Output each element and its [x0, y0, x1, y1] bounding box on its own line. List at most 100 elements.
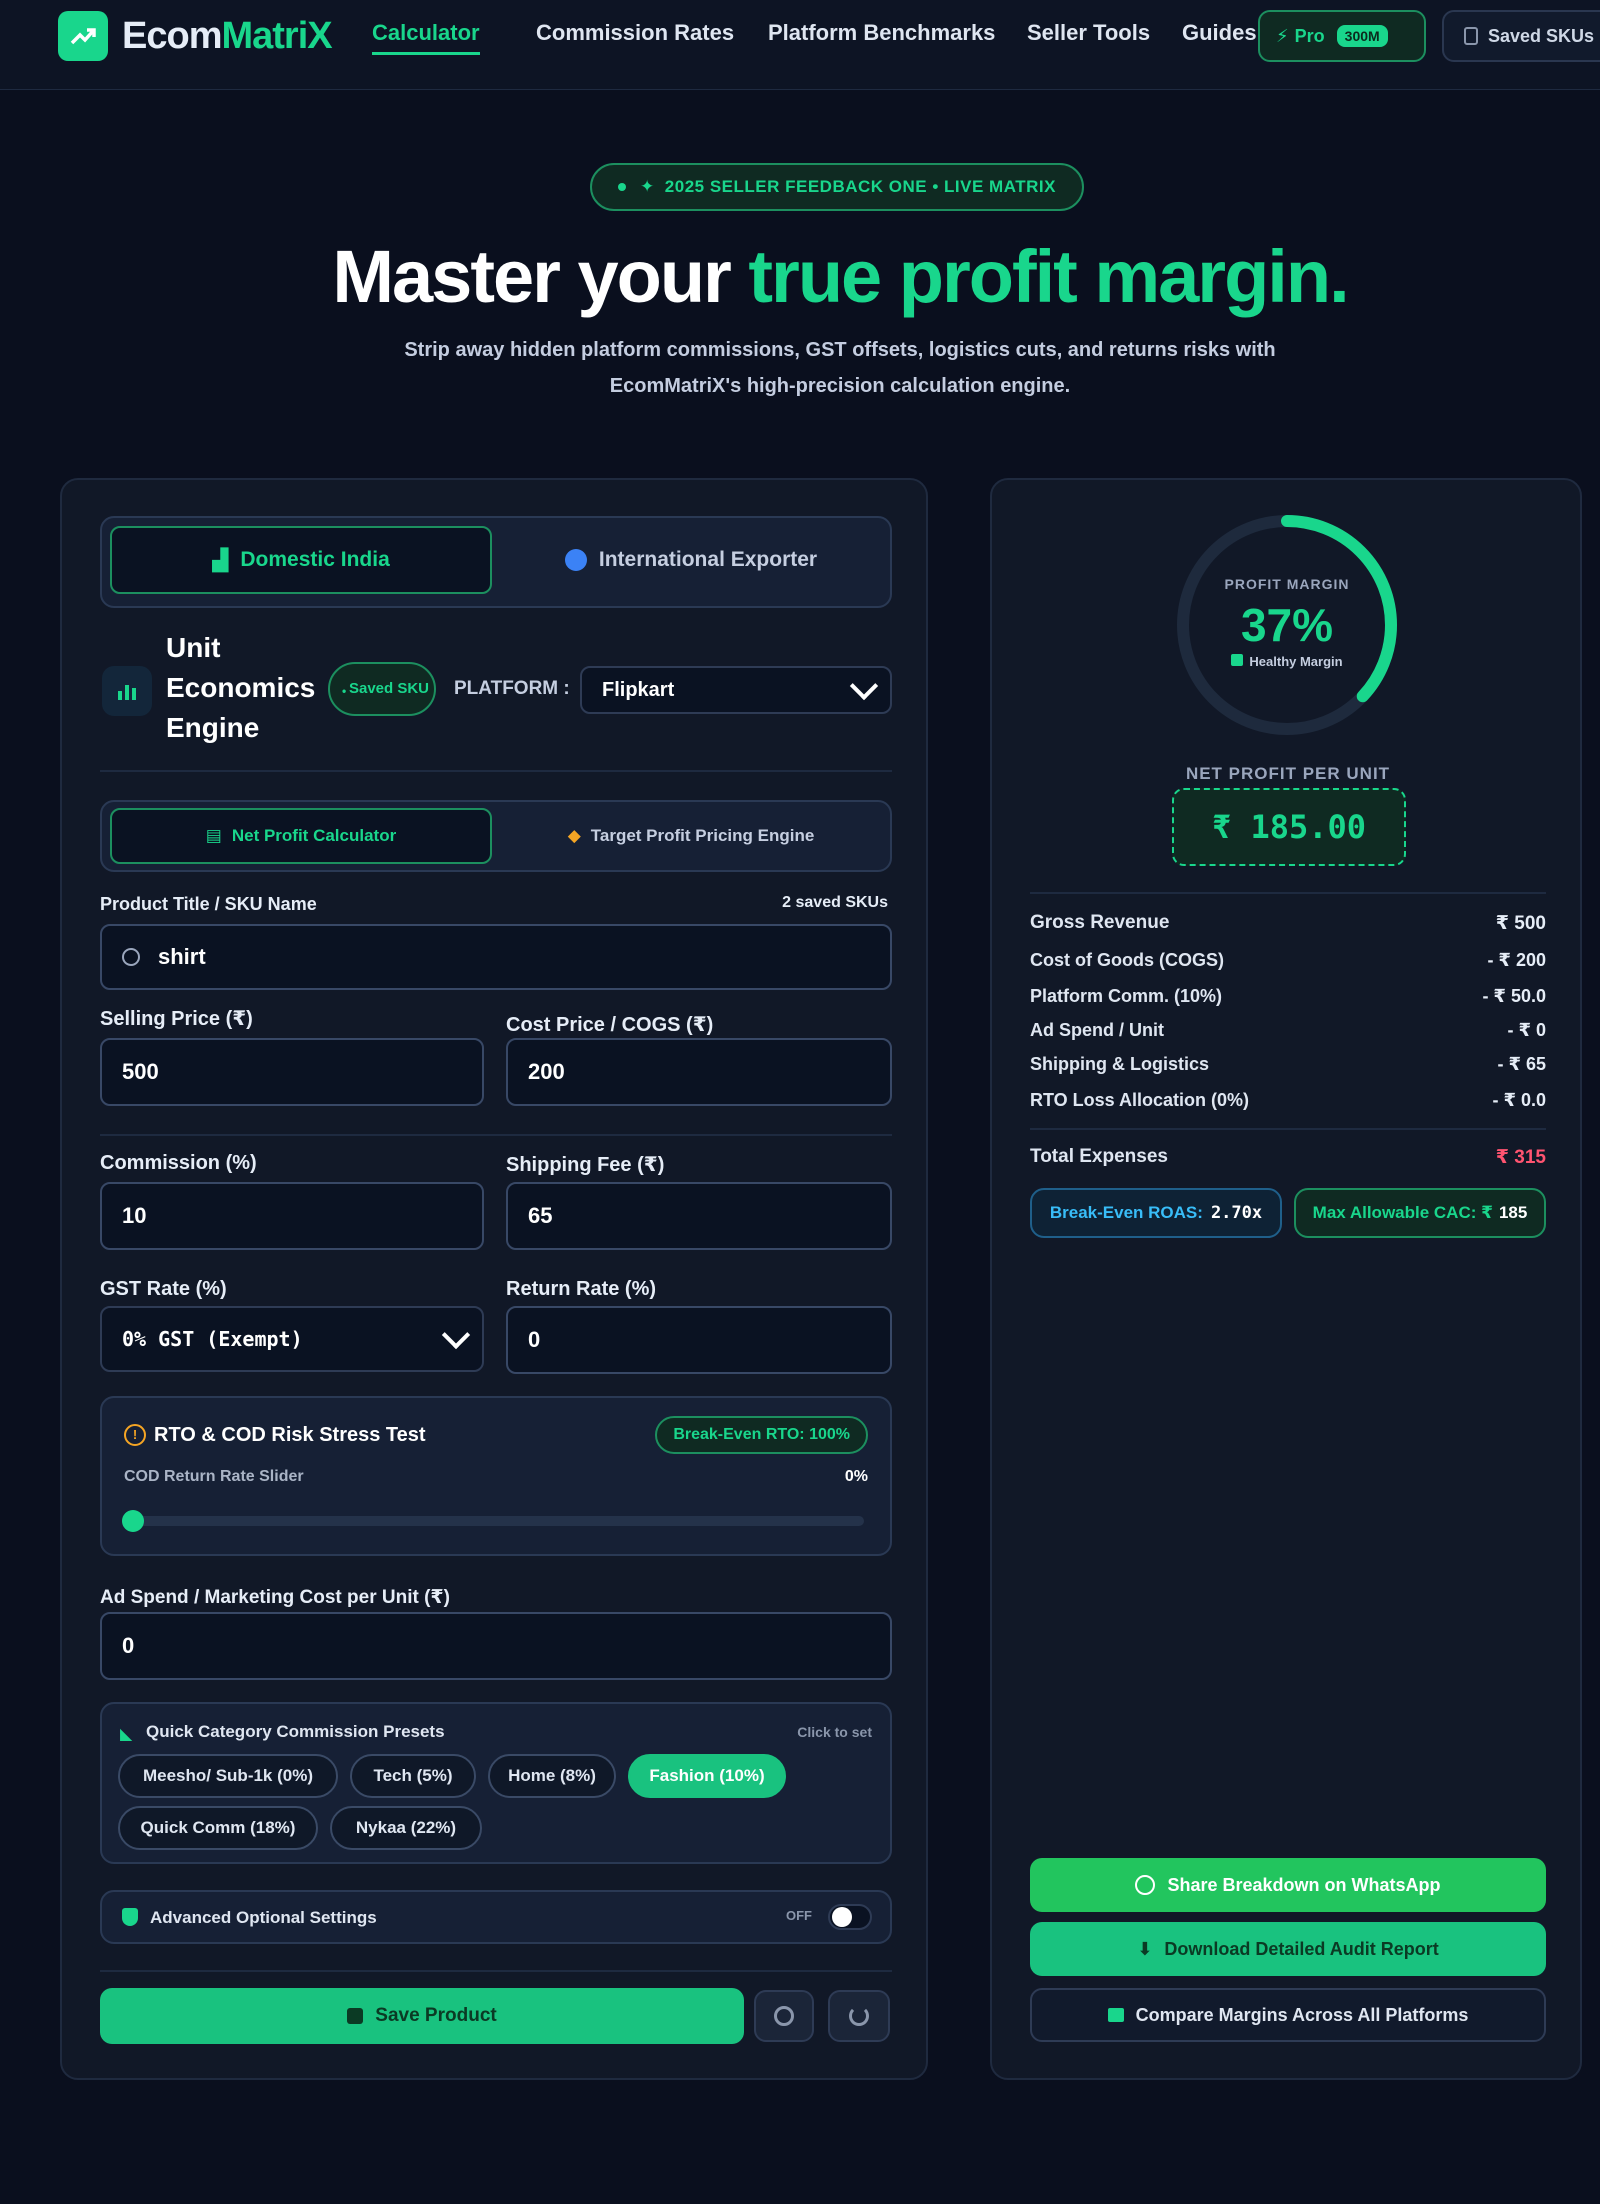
share-whatsapp-button[interactable]: Share Breakdown on WhatsApp	[1030, 1858, 1546, 1912]
section-divider	[100, 770, 892, 772]
brand-name-part1: Ecom	[122, 14, 222, 57]
archive-icon	[1464, 27, 1478, 45]
breakdown-label: Platform Comm. (10%)	[1030, 986, 1223, 1006]
preset-chip[interactable]: Meesho/ Sub-1k (0%)	[118, 1754, 338, 1798]
advanced-label: Advanced Optional Settings	[150, 1908, 377, 1927]
bolt-icon: ⚡	[1276, 25, 1289, 46]
hero-title-highlight: true profit margin.	[748, 235, 1349, 318]
selling-price-input[interactable]: 500	[100, 1038, 484, 1106]
breakdown-value: - ₹ 50.0	[1482, 986, 1546, 1006]
share-whatsapp-label: Share Breakdown on WhatsApp	[1167, 1874, 1441, 1895]
hero-subtitle: Strip away hidden platform commissions, …	[380, 332, 1300, 404]
cost-price-input[interactable]: 200	[506, 1038, 892, 1106]
advanced-settings-row[interactable]: Advanced Optional Settings OFF	[100, 1890, 892, 1944]
roas-pill: Break-Even ROAS: 2.70x	[1030, 1188, 1282, 1238]
breakdown-row: Platform Comm. (10%) - ₹ 50.0	[1030, 986, 1546, 1007]
hero-subtitle-line1: Strip away hidden platform commissions, …	[404, 339, 1276, 361]
save-icon	[347, 2008, 364, 2024]
history-button[interactable]	[754, 1990, 814, 2042]
history-icon	[774, 2006, 794, 2026]
preset-chip[interactable]: Quick Comm (18%)	[118, 1806, 318, 1850]
rto-slider-handle[interactable]	[122, 1510, 144, 1532]
sparkle-icon: ✦	[640, 177, 655, 196]
rto-slider-label: COD Return Rate Slider	[124, 1468, 304, 1485]
download-report-label: Download Detailed Audit Report	[1164, 1938, 1439, 1959]
nav-seller-tools[interactable]: Seller Tools	[1027, 20, 1150, 46]
download-report-button[interactable]: ⬇ Download Detailed Audit Report	[1030, 1922, 1546, 1976]
preset-chip[interactable]: Tech (5%)	[350, 1754, 476, 1798]
live-dot-icon	[618, 183, 627, 191]
tab-international-exporter[interactable]: International Exporter	[500, 526, 882, 594]
rto-slider-track[interactable]	[122, 1510, 864, 1532]
download-icon: ⬇	[1137, 1938, 1153, 1959]
tab-target-pricing[interactable]: ◆ Target Profit Pricing Engine	[500, 808, 882, 864]
calc-mode-tabs: ▤ Net Profit Calculator ◆ Target Profit …	[100, 800, 892, 872]
breakdown-label: Ad Spend / Unit	[1030, 1020, 1164, 1040]
pro-button[interactable]: ⚡ Pro 300M	[1258, 10, 1426, 62]
compare-platforms-button[interactable]: Compare Margins Across All Platforms	[1030, 1988, 1546, 2042]
product-title-value: shirt	[158, 944, 206, 969]
rto-stress-panel: ! RTO & COD Risk Stress Test Break-Even …	[100, 1396, 892, 1556]
nav-platform-benchmarks[interactable]: Platform Benchmarks	[768, 20, 995, 46]
breakdown-label: Cost of Goods (COGS)	[1030, 950, 1224, 970]
trend-up-icon	[58, 11, 108, 61]
check-icon: •	[342, 684, 347, 698]
cost-price-value: 200	[528, 1059, 565, 1084]
chevron-down-icon	[849, 671, 879, 701]
top-navbar: EcomMatriX Calculator Commission Rates P…	[0, 0, 1600, 90]
shipping-fee-input[interactable]: 65	[506, 1182, 892, 1250]
compare-platforms-label: Compare Margins Across All Platforms	[1135, 2004, 1469, 2025]
product-label: Product Title / SKU Name	[100, 894, 317, 914]
pro-label: Pro	[1294, 25, 1325, 46]
cost-price-label: Cost Price / COGS (₹)	[506, 1014, 714, 1036]
bar-chart-icon	[102, 666, 152, 716]
adspend-input[interactable]: 0	[100, 1612, 892, 1680]
tab-domestic-label: Domestic India	[240, 548, 390, 571]
commission-input[interactable]: 10	[100, 1182, 484, 1250]
shipping-fee-label: Shipping Fee (₹)	[506, 1154, 665, 1176]
breakdown-row: RTO Loss Allocation (0%) - ₹ 0.0	[1030, 1090, 1546, 1111]
platform-label: PLATFORM :	[454, 678, 570, 699]
breakdown-value: ₹ 500	[1495, 913, 1546, 934]
total-expenses-value: ₹ 315	[1495, 1147, 1546, 1168]
gst-rate-label: GST Rate (%)	[100, 1278, 227, 1300]
saved-sku-pill-text: Saved SKU	[348, 680, 430, 697]
brand-name-part2: MatriX	[221, 14, 332, 57]
preset-chip-selected[interactable]: Fashion (10%)	[628, 1754, 786, 1798]
return-rate-input[interactable]: 0	[506, 1306, 892, 1374]
brand-logo[interactable]: EcomMatriX	[58, 11, 333, 61]
tab-net-profit-label: Net Profit Calculator	[231, 826, 397, 845]
breakdown-row: Cost of Goods (COGS) - ₹ 200	[1030, 950, 1546, 971]
gst-rate-select[interactable]: 0% GST (Exempt)	[100, 1306, 484, 1372]
breakdown-value: - ₹ 65	[1497, 1054, 1546, 1074]
roas-label: Break-Even ROAS:	[1049, 1203, 1203, 1222]
total-expenses-row: Total Expenses ₹ 315	[1030, 1146, 1546, 1169]
calculator-icon: ▤	[205, 826, 222, 845]
rto-title: RTO & COD Risk Stress Test	[154, 1424, 426, 1446]
presets-title: Quick Category Commission Presets	[146, 1722, 445, 1741]
reset-button[interactable]	[828, 1990, 890, 2042]
gst-rate-value: 0% GST (Exempt)	[122, 1327, 303, 1351]
total-expenses-label: Total Expenses	[1030, 1146, 1168, 1167]
product-title-input[interactable]: shirt	[100, 924, 892, 990]
breakdown-value: - ₹ 0	[1507, 1020, 1546, 1040]
selling-price-label: Selling Price (₹)	[100, 1008, 253, 1030]
engine-title: Unit Economics Engine	[166, 632, 316, 743]
preset-chip[interactable]: Home (8%)	[488, 1754, 616, 1798]
mode-toggle: ▟ Domestic India International Exporter	[100, 516, 892, 608]
cac-label: Max Allowable CAC: ₹	[1312, 1203, 1493, 1222]
platform-select[interactable]: Flipkart	[580, 666, 892, 714]
preset-chip[interactable]: Nykaa (22%)	[330, 1806, 482, 1850]
tab-net-profit[interactable]: ▤ Net Profit Calculator	[110, 808, 492, 864]
saved-skus-button[interactable]: Saved SKUs	[1442, 10, 1600, 62]
category-presets-panel: ◣ Quick Category Commission Presets Clic…	[100, 1702, 892, 1864]
saved-count-link[interactable]: 2 saved SKUs	[782, 894, 888, 912]
saved-skus-label: Saved SKUs	[1488, 25, 1595, 46]
advanced-toggle[interactable]	[828, 1904, 872, 1930]
nav-commission-rates[interactable]: Commission Rates	[536, 20, 734, 46]
tab-domestic-india[interactable]: ▟ Domestic India	[110, 526, 492, 594]
save-product-button[interactable]: Save Product	[100, 1988, 744, 2044]
hero-title: Master your true profit margin.	[40, 234, 1600, 319]
nav-guides[interactable]: Guides	[1182, 20, 1258, 46]
nav-calculator[interactable]: Calculator	[372, 20, 480, 55]
